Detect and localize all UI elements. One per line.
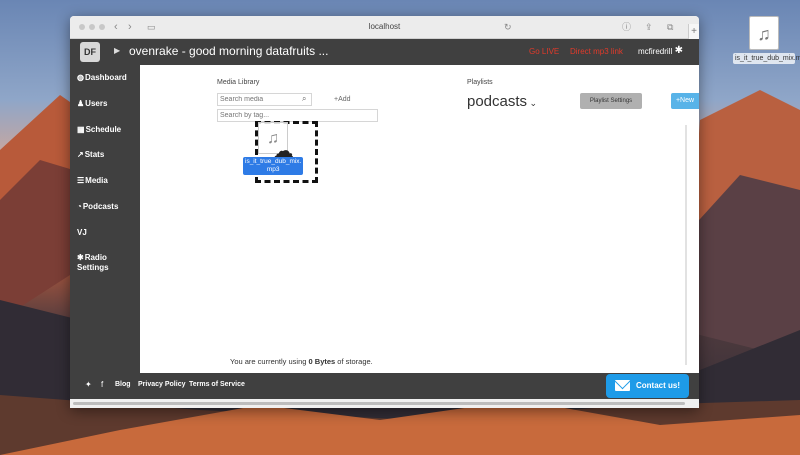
go-live-link[interactable]: Go LIVE xyxy=(529,47,559,56)
info-icon[interactable]: ⓘ xyxy=(622,20,631,34)
sidebar: ◍Dashboard ♟Users ▦Schedule ↗Stats ☰Medi… xyxy=(70,65,140,373)
desktop-file-label: is_it_true_dub_mix.mp3 xyxy=(733,53,800,64)
browser-titlebar: ‹ › ▭ localhost ↻ ⓘ ⇪ ⧉ + xyxy=(70,16,699,39)
contact-us-button[interactable]: Contact us! xyxy=(606,374,689,398)
facebook-icon[interactable]: f xyxy=(101,380,103,389)
now-playing-title: ovenrake - good morning datafruits ... xyxy=(129,44,329,58)
contact-us-label: Contact us! xyxy=(636,381,680,390)
playlist-selected-value: podcasts xyxy=(467,93,528,110)
sidebar-item-radio-settings[interactable]: ✱Radio Settings xyxy=(77,253,119,273)
horizontal-scrollbar[interactable] xyxy=(70,399,699,408)
sidebar-item-stats[interactable]: ↗Stats xyxy=(77,150,104,160)
list-icon: ☰ xyxy=(77,176,85,185)
reload-icon[interactable]: ↻ xyxy=(504,20,512,34)
footer-terms-link[interactable]: Terms of Service xyxy=(189,381,245,388)
username-menu[interactable]: mcfiredrill xyxy=(638,47,672,56)
playlist-settings-button[interactable]: Playlist Settings xyxy=(580,93,642,109)
dragged-file-name-line1: is_it_true_dub_mix. xyxy=(245,158,302,165)
scrollbar-thumb[interactable] xyxy=(73,402,685,405)
sidebar-item-dashboard[interactable]: ◍Dashboard xyxy=(77,73,127,83)
direct-mp3-link[interactable]: Direct mp3 link xyxy=(570,47,623,56)
desktop-file-mp3[interactable]: ♫ is_it_true_dub_mix.mp3 xyxy=(733,16,800,64)
playlists-heading: Playlists xyxy=(467,79,493,86)
sidebar-item-media[interactable]: ☰Media xyxy=(77,176,108,186)
datafruits-logo[interactable]: DF xyxy=(80,42,100,62)
music-file-icon: ♫ xyxy=(749,16,779,50)
tabs-overview-icon[interactable]: ⧉ xyxy=(667,20,673,34)
storage-suffix: of storage. xyxy=(335,357,373,366)
envelope-icon xyxy=(615,380,630,391)
sidebar-item-users[interactable]: ♟Users xyxy=(77,99,107,109)
dragged-file-label: is_it_true_dub_mix. mp3 xyxy=(243,157,304,175)
rss-icon: ◔ xyxy=(77,202,82,211)
sidebar-item-label: Media xyxy=(85,176,108,185)
media-library-heading: Media Library xyxy=(217,79,260,86)
sidebar-item-label: Schedule xyxy=(85,125,122,134)
storage-usage-text: You are currently using 0 Bytes of stora… xyxy=(230,357,373,366)
search-media-input[interactable] xyxy=(217,93,312,106)
dragged-file-name-line2: mp3 xyxy=(266,166,280,173)
storage-value: 0 Bytes xyxy=(308,357,336,366)
app-footer: ✦ f Blog Privacy Policy Terms of Service xyxy=(70,373,699,399)
sidebar-item-podcasts[interactable]: ◔Podcasts xyxy=(77,202,118,212)
dashboard-icon: ◍ xyxy=(77,73,84,82)
app-header: DF ▶ ovenrake - good morning datafruits … xyxy=(70,39,699,65)
footer-privacy-link[interactable]: Privacy Policy xyxy=(138,381,185,388)
sidebar-item-schedule[interactable]: ▦Schedule xyxy=(77,125,121,135)
chevron-down-icon: ⌄ xyxy=(527,98,538,108)
gear-icon: ✱ xyxy=(77,253,84,262)
twitter-icon[interactable]: ✦ xyxy=(85,380,92,389)
sidebar-item-label: Users xyxy=(85,99,108,108)
sidebar-item-label: Podcasts xyxy=(82,202,119,211)
playlist-scrollbar[interactable] xyxy=(685,125,687,365)
sidebar-item-label: Stats xyxy=(84,150,105,159)
browser-window: ‹ › ▭ localhost ↻ ⓘ ⇪ ⧉ + DF ▶ ovenrake … xyxy=(70,16,699,408)
share-icon[interactable]: ⇪ xyxy=(645,20,653,34)
sidebar-item-vj[interactable]: VJ xyxy=(77,228,87,238)
gear-icon[interactable]: ✱ xyxy=(675,45,683,56)
main-content: Media Library ⌕ +Add Playlists podcasts … xyxy=(140,65,699,373)
new-tab-button[interactable]: + xyxy=(688,24,699,39)
search-icon[interactable]: ⌕ xyxy=(302,94,306,104)
users-icon: ♟ xyxy=(77,99,85,108)
playlist-select[interactable]: podcasts ⌄ xyxy=(467,93,537,110)
new-playlist-button[interactable]: +New xyxy=(671,93,699,109)
chart-icon: ↗ xyxy=(77,150,84,159)
address-bar[interactable]: localhost xyxy=(70,22,699,31)
storage-prefix: You are currently using xyxy=(230,357,309,366)
calendar-icon: ▦ xyxy=(77,125,85,134)
play-icon[interactable]: ▶ xyxy=(114,46,120,55)
footer-blog-link[interactable]: Blog xyxy=(115,381,131,388)
sidebar-item-label: VJ xyxy=(77,228,87,237)
add-media-button[interactable]: +Add xyxy=(334,96,351,103)
sidebar-item-label: Dashboard xyxy=(84,73,127,82)
